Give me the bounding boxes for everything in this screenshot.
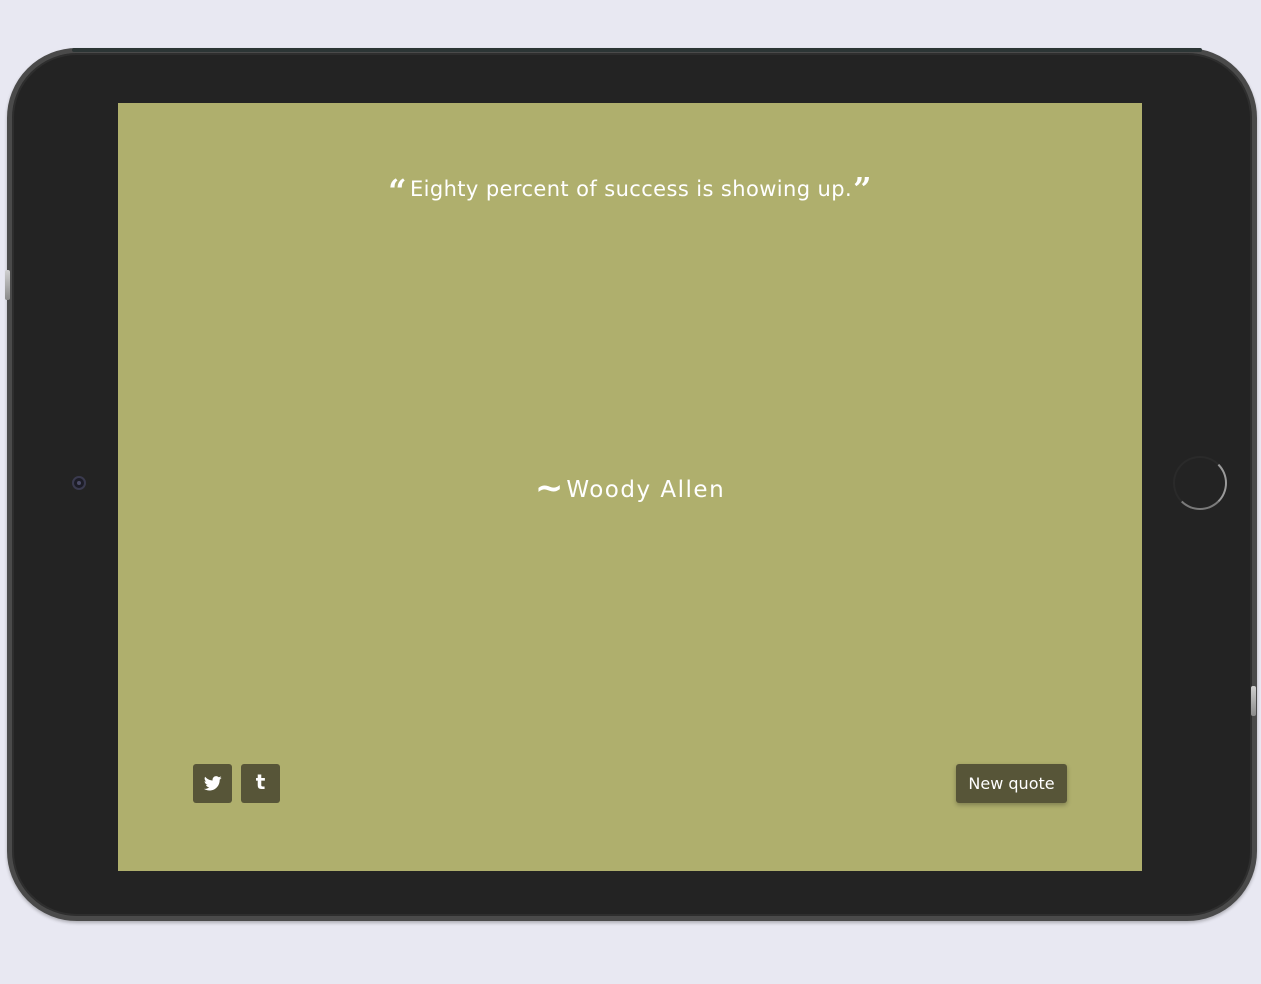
open-quote-icon: “: [388, 172, 407, 210]
twitter-icon: [203, 776, 222, 791]
tumblr-button[interactable]: t: [241, 764, 280, 803]
volume-button: [5, 270, 10, 300]
power-button: [1251, 686, 1256, 716]
camera-icon: [72, 476, 86, 490]
tweet-button[interactable]: [193, 764, 232, 803]
quote-screen: “Eighty percent of success is showing up…: [118, 103, 1142, 871]
tablet-top-edge: [72, 48, 1202, 52]
author-tilde: ~: [534, 468, 564, 508]
new-quote-button[interactable]: New quote: [956, 764, 1067, 803]
close-quote-icon: ”: [853, 170, 872, 208]
home-button[interactable]: [1173, 456, 1227, 510]
author-block: ~ Woody Allen: [118, 468, 1142, 508]
quote-text: Eighty percent of success is showing up.: [409, 177, 853, 201]
tumblr-icon: t: [255, 770, 266, 794]
author-name: Woody Allen: [566, 477, 726, 503]
quote-text-block: “Eighty percent of success is showing up…: [118, 173, 1142, 207]
